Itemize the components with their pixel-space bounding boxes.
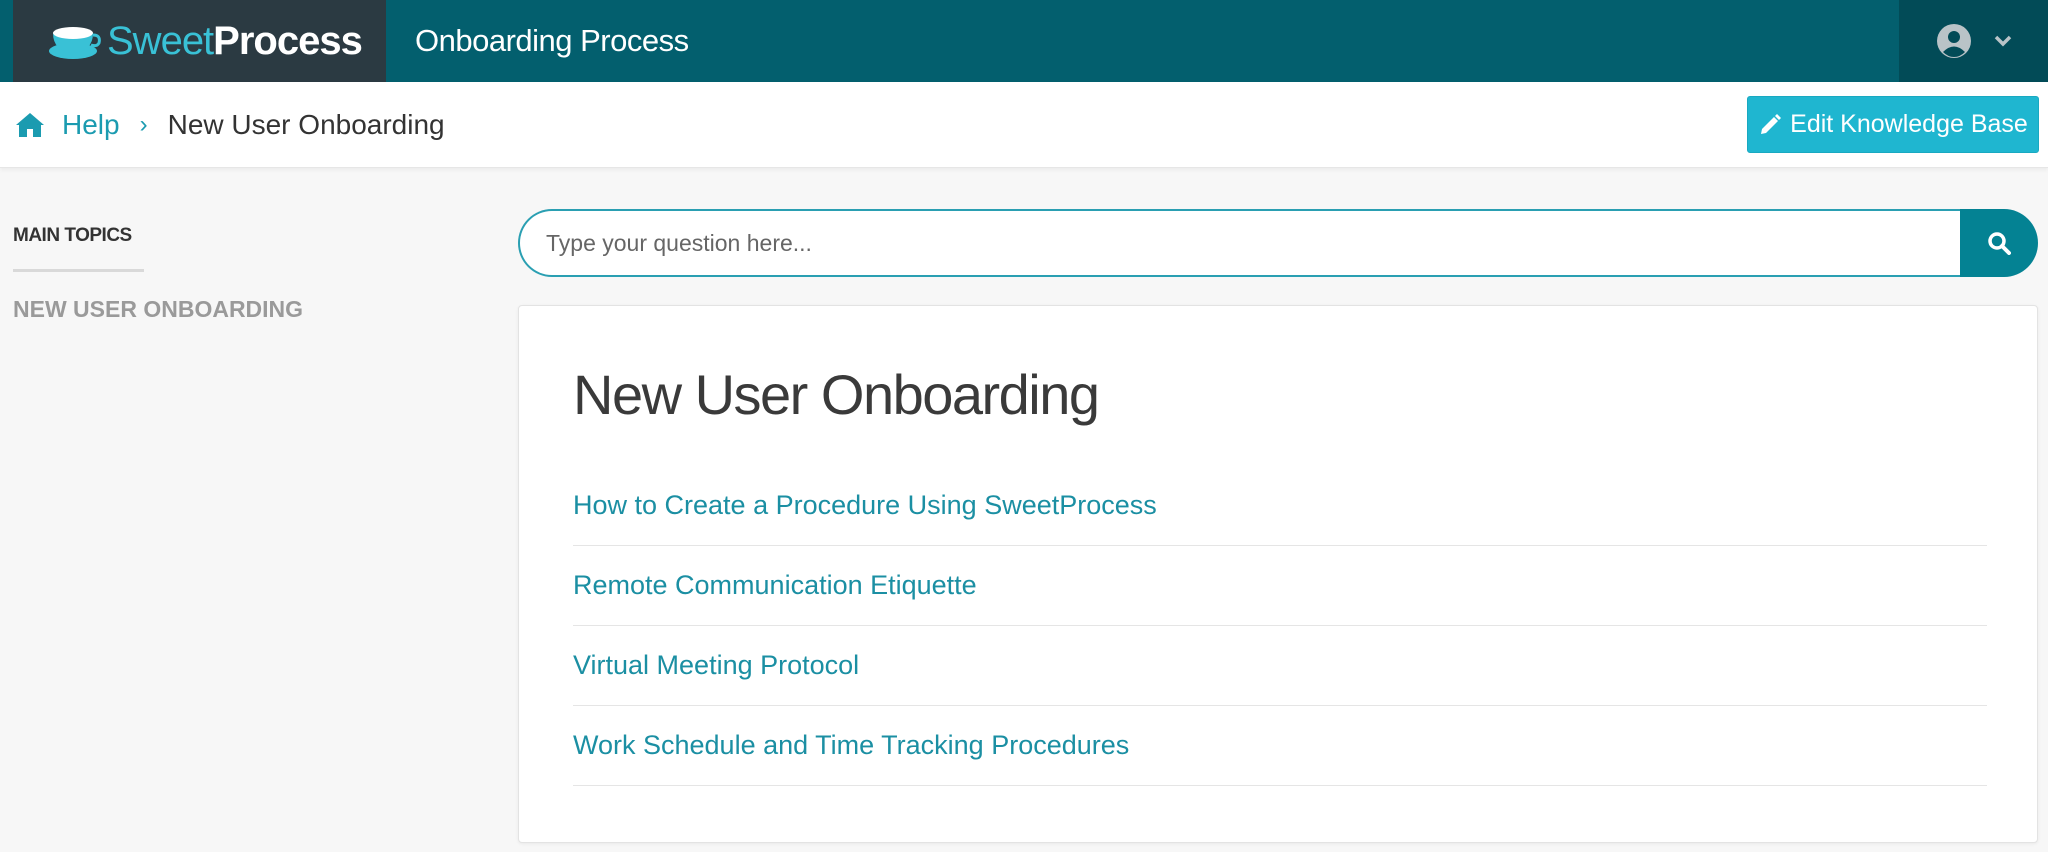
article-link[interactable]: How to Create a Procedure Using SweetPro… [573,466,1987,546]
chevron-down-icon [1994,35,2011,47]
app-title: Onboarding Process [415,23,689,58]
article-link[interactable]: Virtual Meeting Protocol [573,626,1987,706]
article-link[interactable]: Work Schedule and Time Tracking Procedur… [573,706,1987,786]
search-input[interactable] [518,209,1960,277]
brand-sweet: Sweet [107,18,214,63]
user-circle-icon [1936,24,1971,58]
breadcrumb-home-link[interactable]: Help [14,109,120,141]
edit-knowledge-base-label: Edit Knowledge Base [1790,110,2028,138]
page-title: New User Onboarding [573,363,1100,426]
brand-logo[interactable]: SweetProcess [13,0,386,82]
pencil-icon [1761,113,1782,134]
search-bar [518,209,2038,277]
article-list: How to Create a Procedure Using SweetPro… [573,466,1987,786]
sidebar-item-new-user-onboarding[interactable]: NEW USER ONBOARDING [13,296,433,323]
user-menu[interactable] [1899,0,2048,82]
content-card: New User Onboarding How to Create a Proc… [518,305,2038,843]
teacup-icon [49,27,101,59]
edit-knowledge-base-button[interactable]: Edit Knowledge Base [1747,96,2039,153]
sidebar: MAIN TOPICS NEW USER ONBOARDING [13,225,433,323]
search-button[interactable] [1960,209,2038,277]
breadcrumb-current: New User Onboarding [167,109,445,140]
breadcrumb: Help › New User Onboarding [14,82,445,168]
home-icon [16,113,44,137]
top-bar: SweetProcess Onboarding Process [0,0,2048,82]
brand-name: SweetProcess [107,18,363,64]
breadcrumb-home-label: Help [62,109,120,140]
brand-process: Process [213,18,363,63]
breadcrumb-bar: Help › New User Onboarding [0,82,2048,168]
breadcrumb-separator: › [139,111,148,138]
sidebar-heading: MAIN TOPICS [13,225,144,272]
search-icon [1988,232,2011,255]
article-link[interactable]: Remote Communication Etiquette [573,546,1987,626]
